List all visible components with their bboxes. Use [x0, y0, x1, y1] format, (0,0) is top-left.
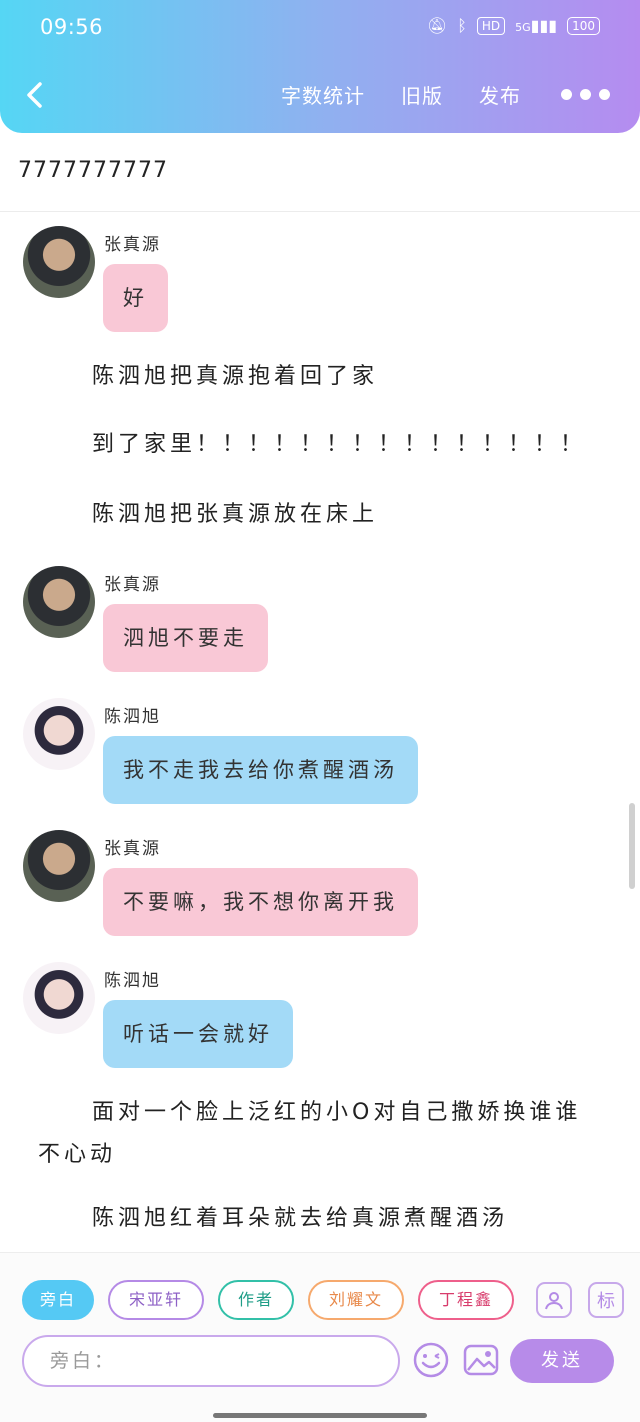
battery-icon: 100: [567, 16, 600, 35]
bottom-input-bar: 旁白 宋亚轩 作者 刘耀文 丁程鑫 标 发送: [0, 1252, 640, 1422]
avatar[interactable]: [23, 226, 95, 298]
narration-text[interactable]: 到了家里！！！！！！！！！！！！！！！: [38, 424, 604, 466]
mark-button[interactable]: 标: [588, 1282, 624, 1318]
sender-name: 陈泗旭: [104, 707, 161, 727]
role-chip[interactable]: 宋亚轩: [108, 1280, 204, 1320]
message-bubble[interactable]: 我不走我去给你煮醒酒汤: [103, 736, 418, 804]
title-bar: 7777777777: [0, 133, 640, 212]
role-chip[interactable]: 作者: [218, 1280, 294, 1320]
avatar[interactable]: [23, 698, 95, 770]
role-chip-narrator[interactable]: 旁白: [22, 1280, 94, 1320]
role-chips: 旁白 宋亚轩 作者 刘耀文 丁程鑫 标: [22, 1280, 624, 1320]
avatar[interactable]: [23, 830, 95, 902]
narration-text[interactable]: 陈泗旭把真源抱着回了家: [38, 356, 604, 398]
sender-name: 张真源: [104, 839, 161, 859]
top-header: 09:56 🔕︎ ᛒ HD 5G▮▮▮ 100 字数统计 旧版 发布: [0, 0, 640, 133]
back-arrow-icon[interactable]: [20, 78, 50, 112]
role-chip[interactable]: 刘耀文: [308, 1280, 404, 1320]
bluetooth-icon: ᛒ: [457, 16, 467, 35]
scrollbar[interactable]: [629, 803, 635, 889]
mute-icon: 🔕︎: [426, 16, 448, 35]
message-bubble[interactable]: 好: [103, 264, 168, 332]
status-time: 09:56: [40, 15, 104, 39]
old-version-button[interactable]: 旧版: [401, 80, 443, 109]
narration-text[interactable]: 陈泗旭红着耳朵就去给真源煮醒酒汤: [38, 1198, 604, 1240]
image-icon[interactable]: [462, 1341, 500, 1379]
status-icons: 🔕︎ ᛒ HD 5G▮▮▮ 100: [427, 16, 600, 35]
message-input[interactable]: [24, 1337, 398, 1385]
emoji-icon[interactable]: [412, 1341, 450, 1379]
message-bubble[interactable]: 不要嘛，我不想你离开我: [103, 868, 418, 936]
sender-name: 张真源: [104, 235, 161, 255]
signal-icon: 5G▮▮▮: [515, 16, 558, 35]
message-bubble[interactable]: 听话一会就好: [103, 1000, 293, 1068]
nav-actions: 字数统计 旧版 发布: [245, 80, 610, 109]
word-count-button[interactable]: 字数统计: [281, 80, 365, 109]
narration-text[interactable]: 面对一个脸上泛红的小O对自己撒娇换谁谁不心动: [38, 1092, 604, 1176]
story-title[interactable]: 7777777777: [18, 158, 168, 183]
message-input-wrapper: [22, 1335, 400, 1387]
contact-icon[interactable]: [536, 1282, 572, 1318]
send-button[interactable]: 发送: [510, 1339, 614, 1383]
avatar[interactable]: [23, 962, 95, 1034]
sender-name: 张真源: [104, 575, 161, 595]
publish-button[interactable]: 发布: [479, 80, 521, 109]
hd-badge: HD: [476, 16, 506, 35]
avatar[interactable]: [23, 566, 95, 638]
message-bubble[interactable]: 泗旭不要走: [103, 604, 268, 672]
role-chip[interactable]: 丁程鑫: [418, 1280, 514, 1320]
sender-name: 陈泗旭: [104, 971, 161, 991]
narration-text[interactable]: 陈泗旭把张真源放在床上: [38, 494, 604, 536]
home-indicator[interactable]: [213, 1413, 427, 1418]
more-dots-icon[interactable]: [561, 89, 610, 100]
chat-content[interactable]: 张真源 好 陈泗旭把真源抱着回了家 到了家里！！！！！！！！！！！！！！！ 陈泗…: [0, 212, 640, 1252]
